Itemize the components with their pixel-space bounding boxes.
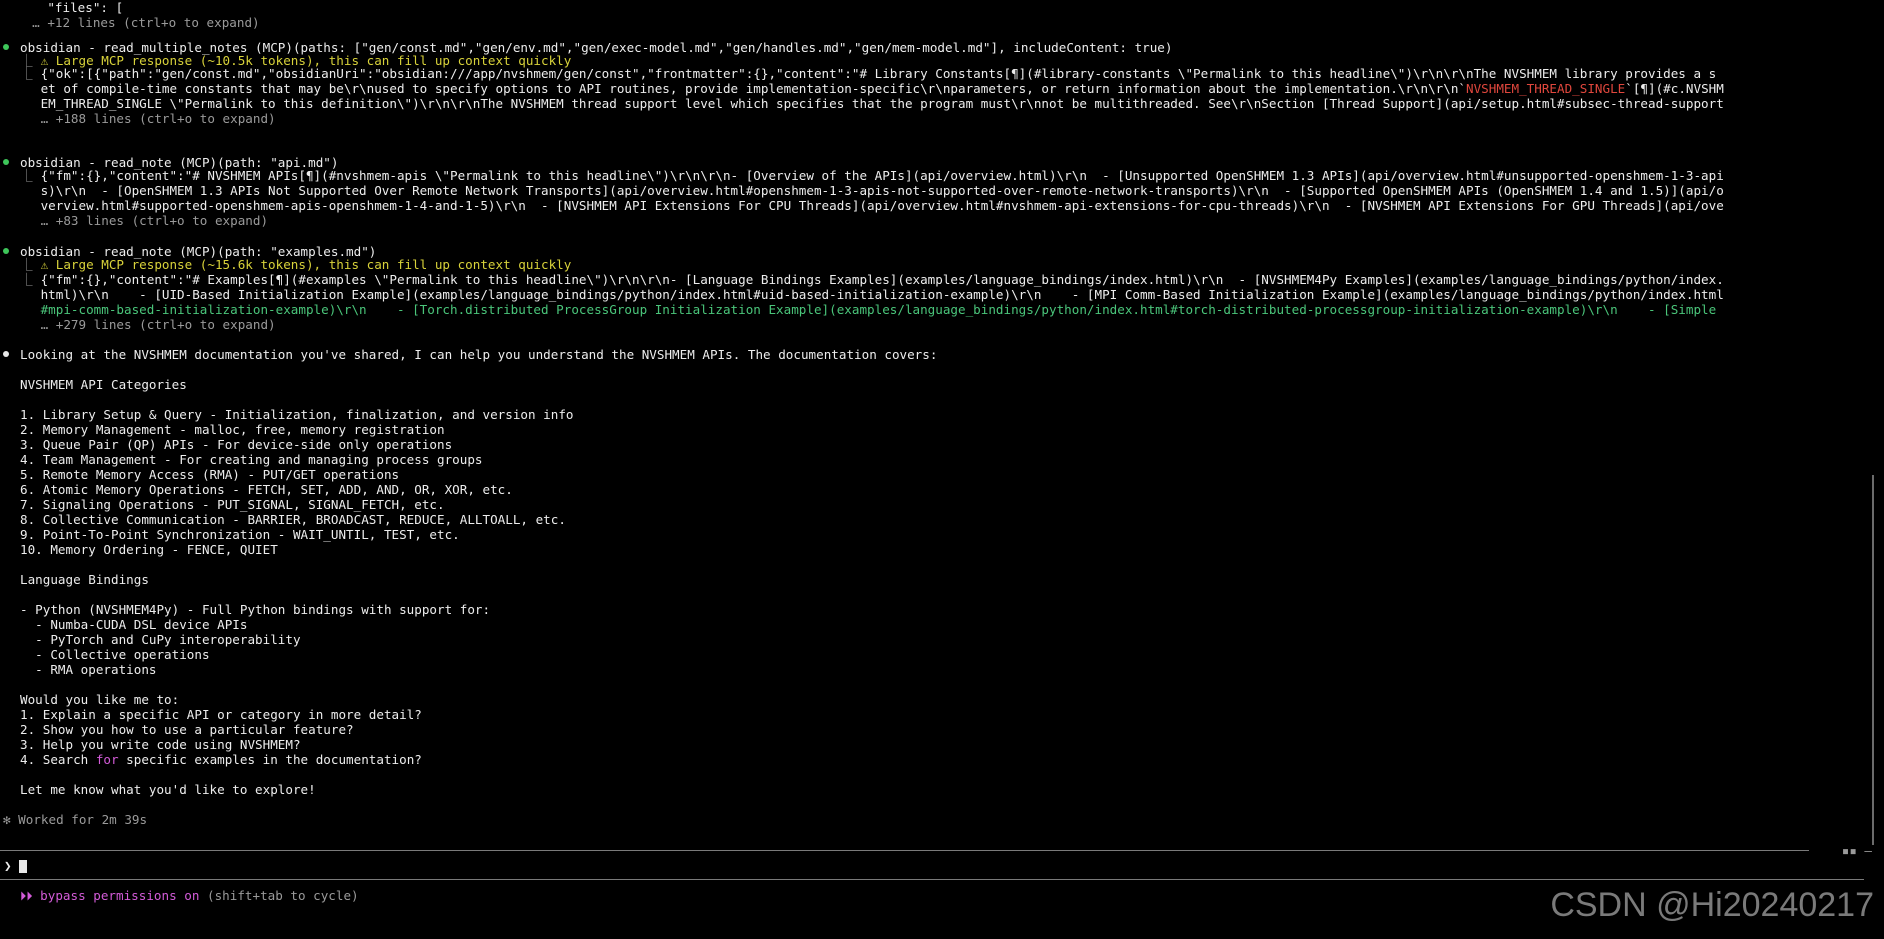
binding-item: - RMA operations	[20, 662, 157, 677]
category-item: 5. Remote Memory Access (RMA) - PUT/GET …	[20, 467, 400, 482]
assistant-intro: Looking at the NVSHMEM documentation you…	[20, 347, 938, 362]
output-bracket: ⎿	[20, 272, 33, 287]
permission-mode-label: bypass permissions on	[32, 888, 200, 903]
prompt-chevron-icon: ❯	[4, 858, 12, 873]
output-bracket: ⎿	[20, 257, 33, 272]
prompt-options-icon[interactable]: ▪▪ –	[1842, 843, 1872, 858]
mode-cycle-hint: (shift+tab to cycle)	[199, 888, 359, 903]
tool-output-line: et of compile-time constants that may be…	[33, 81, 1724, 96]
tool-output-line: {"fm":{},"content":"# NVSHMEM APIs[¶](#n…	[33, 168, 1724, 183]
closing-line: Let me know what you'd like to explore!	[20, 782, 316, 797]
prompt-input[interactable]: ❯	[4, 858, 28, 873]
expand-hint[interactable]: … +12 lines (ctrl+o to expand)	[17, 15, 259, 30]
output-line: "files": [	[17, 0, 124, 15]
category-item: 3. Queue Pair (QP) APIs - For device-sid…	[20, 437, 453, 452]
tool-output-line: verview.html#supported-openshmem-apis-op…	[33, 198, 1724, 213]
category-item: 6. Atomic Memory Operations - FETCH, SET…	[20, 482, 513, 497]
category-item: 8. Collective Communication - BARRIER, B…	[20, 512, 566, 527]
binding-item: - Collective operations	[20, 647, 210, 662]
category-item: 10. Memory Ordering - FENCE, QUIET	[20, 542, 278, 557]
tool-output-line: {"ok":[{"path":"gen/const.md","obsidianU…	[33, 66, 1717, 81]
follow-up-question: Would you like me to:	[20, 692, 180, 707]
expand-hint[interactable]: … +188 lines (ctrl+o to expand)	[33, 111, 276, 126]
option-item: 2. Show you how to use a particular feat…	[20, 722, 354, 737]
permission-mode-status[interactable]: ⏵⏵ bypass permissions on (shift+tab to c…	[20, 888, 359, 903]
watermark: CSDN @Hi20240217	[1550, 886, 1874, 924]
tool-output-line: #mpi-comm-based-initialization-example)\…	[33, 302, 1717, 317]
output-bracket: ⎿	[20, 168, 33, 183]
expand-hint[interactable]: … +279 lines (ctrl+o to expand)	[33, 317, 276, 332]
large-response-warning: ⚠ Large MCP response (~15.6k tokens), th…	[33, 257, 572, 272]
binding-item: - Python (NVSHMEM4Py) - Full Python bind…	[20, 602, 491, 617]
option-item: 3. Help you write code using NVSHMEM?	[20, 737, 301, 752]
worked-duration: ✻ Worked for 2m 39s	[3, 812, 148, 827]
prompt-top-border	[0, 850, 1809, 851]
expand-hint[interactable]: … +83 lines (ctrl+o to expand)	[33, 213, 268, 228]
category-item: 9. Point-To-Point Synchronization - WAIT…	[20, 527, 460, 542]
option-item: 1. Explain a specific API or category in…	[20, 707, 422, 722]
category-item: 4. Team Management - For creating and ma…	[20, 452, 483, 467]
output-bracket: ⎿	[20, 66, 33, 81]
tool-call-status-dot	[3, 159, 9, 165]
category-item: 1. Library Setup & Query - Initializatio…	[20, 407, 574, 422]
text-cursor	[19, 860, 28, 873]
prompt-bottom-border	[0, 879, 1864, 880]
section-heading: NVSHMEM API Categories	[20, 377, 187, 392]
tool-output-line: {"fm":{},"content":"# Examples[¶](#examp…	[33, 272, 1724, 287]
category-item: 2. Memory Management - malloc, free, mem…	[20, 422, 445, 437]
assistant-message-dot	[3, 351, 9, 357]
scrollbar[interactable]	[1872, 475, 1874, 845]
tool-call-status-dot	[3, 44, 9, 50]
category-item: 7. Signaling Operations - PUT_SIGNAL, SI…	[20, 497, 445, 512]
tool-output-line: html)\r\n - [UID-Based Initialization Ex…	[33, 287, 1724, 302]
binding-item: - Numba-CUDA DSL device APIs	[20, 617, 248, 632]
option-item: 4. Search for specific examples in the d…	[20, 752, 422, 767]
tool-output-line: s)\r\n - [OpenSHMEM 1.3 APIs Not Support…	[33, 183, 1724, 198]
fast-forward-icon: ⏵⏵	[20, 888, 33, 903]
tool-output-line: EM_THREAD_SINGLE \"Permalink to this def…	[33, 96, 1724, 111]
section-heading: Language Bindings	[20, 572, 149, 587]
keyword-highlight: for	[95, 752, 119, 767]
tool-call-status-dot	[3, 248, 9, 254]
highlighted-constant: NVSHMEM_THREAD_SINGLE	[1466, 81, 1626, 96]
binding-item: - PyTorch and CuPy interoperability	[20, 632, 301, 647]
